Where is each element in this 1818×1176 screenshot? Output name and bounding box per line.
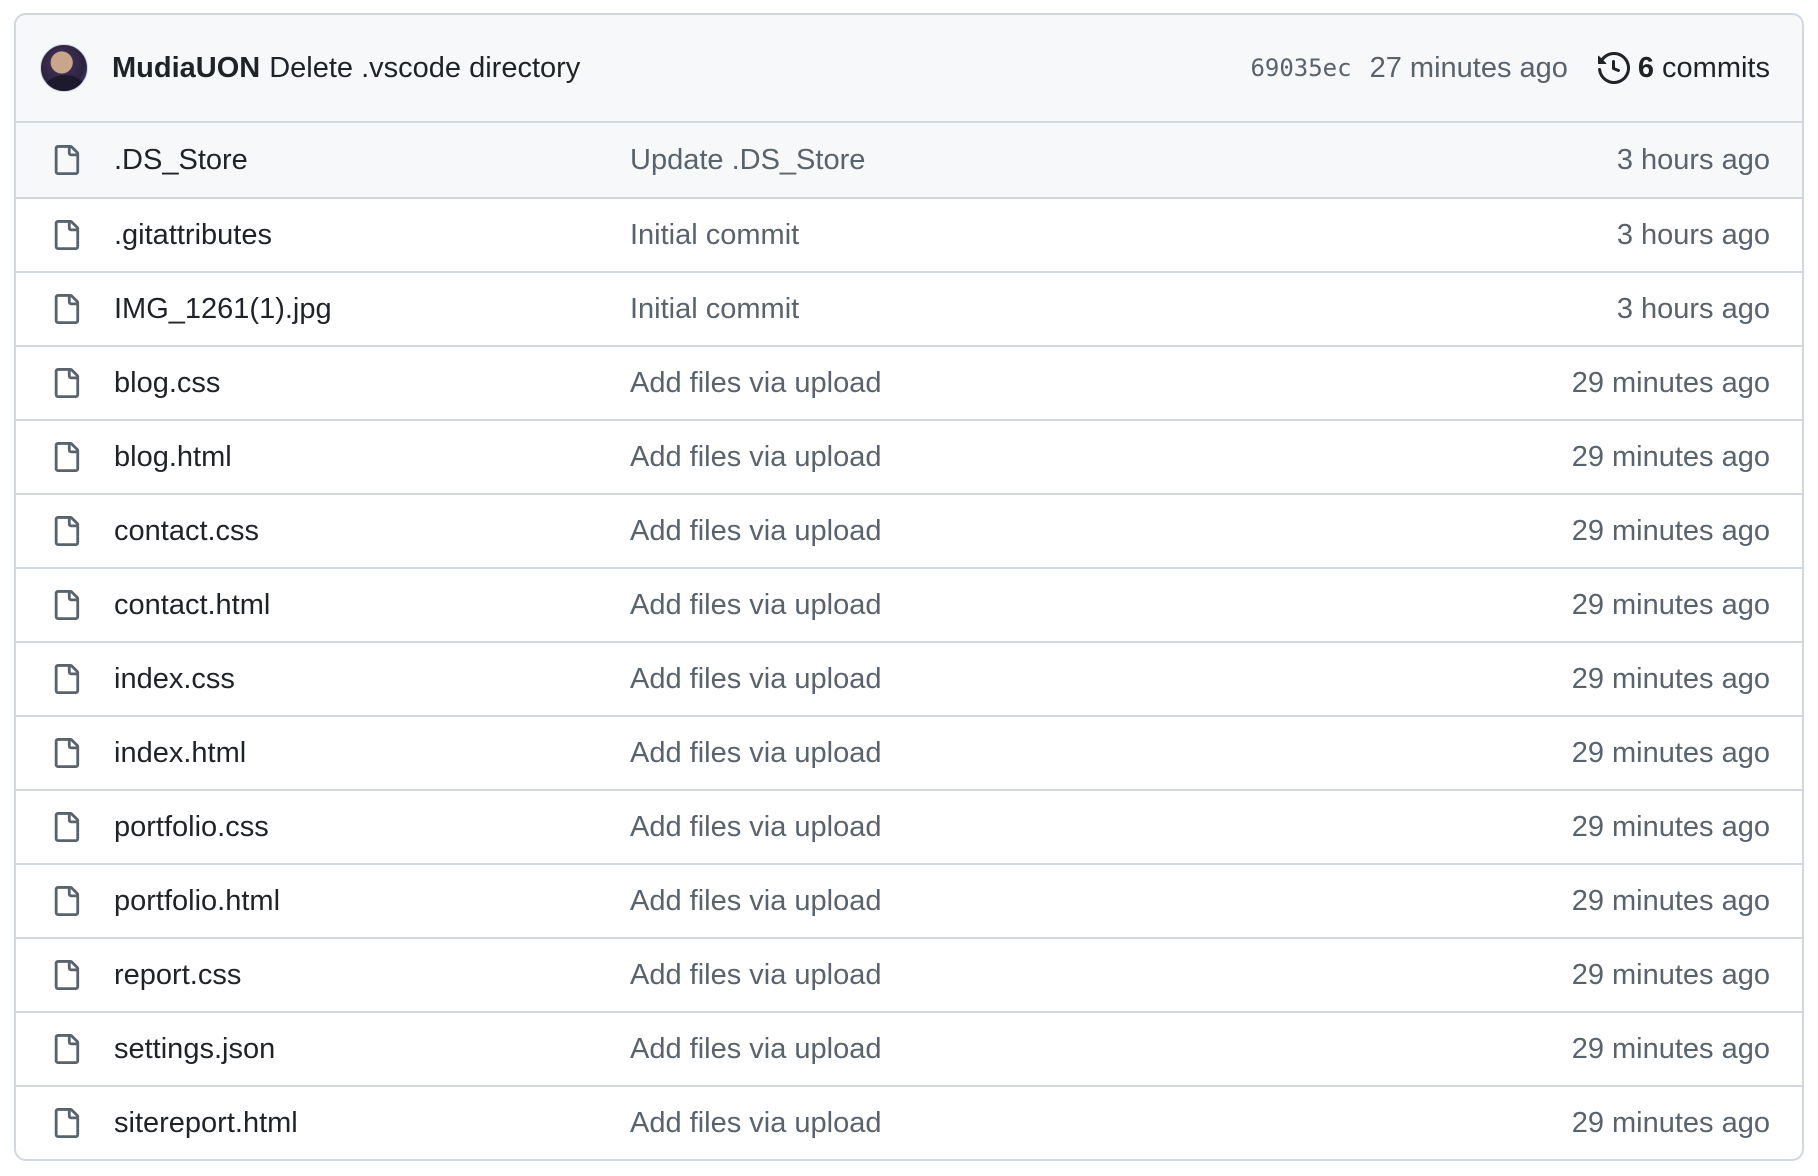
file-name-link[interactable]: index.css [114,663,630,696]
file-commit-age: 3 hours ago [1616,292,1770,325]
file-commit-age: 29 minutes ago [1571,588,1770,621]
file-icon [50,293,82,325]
file-commit-age: 29 minutes ago [1571,514,1770,547]
file-commit-message-link[interactable]: Add files via upload [630,885,882,918]
commit-author[interactable]: MudiaUON [112,52,260,85]
latest-commit-bar: MudiaUON Delete .vscode directory 69035e… [16,15,1802,123]
file-name-link[interactable]: blog.html [114,441,630,474]
file-icon [50,219,82,251]
file-commit-message-link[interactable]: Add files via upload [630,589,882,622]
commit-sha[interactable]: 69035ec [1250,54,1351,82]
file-commit-age: 29 minutes ago [1571,440,1770,473]
file-commit-message-link[interactable]: Update .DS_Store [630,144,865,177]
file-list: .DS_Store Update .DS_Store 3 hours ago .… [16,123,1802,1159]
file-name-link[interactable]: .gitattributes [114,219,630,252]
file-row[interactable]: contact.css Add files via upload 29 minu… [16,493,1802,567]
commit-count-label: commits [1662,51,1770,84]
file-commit-message-link[interactable]: Initial commit [630,293,799,326]
file-commit-age: 29 minutes ago [1571,662,1770,695]
file-name-link[interactable]: blog.css [114,367,630,400]
file-row[interactable]: portfolio.html Add files via upload 29 m… [16,863,1802,937]
avatar[interactable] [40,44,88,92]
file-commit-message-link[interactable]: Add files via upload [630,441,882,474]
file-icon [50,589,82,621]
file-icon [50,885,82,917]
file-commit-age: 29 minutes ago [1571,810,1770,843]
file-row[interactable]: settings.json Add files via upload 29 mi… [16,1011,1802,1085]
file-commit-age: 29 minutes ago [1571,1106,1770,1139]
file-row[interactable]: portfolio.css Add files via upload 29 mi… [16,789,1802,863]
file-commit-age: 3 hours ago [1616,218,1770,251]
file-row[interactable]: .gitattributes Initial commit 3 hours ag… [16,197,1802,271]
file-commit-age: 29 minutes ago [1571,1032,1770,1065]
file-icon [50,367,82,399]
file-name-link[interactable]: settings.json [114,1033,630,1066]
file-icon [50,663,82,695]
file-icon [50,737,82,769]
history-icon [1597,52,1630,84]
file-row[interactable]: sitereport.html Add files via upload 29 … [16,1085,1802,1159]
file-commit-message-link[interactable]: Add files via upload [630,367,882,400]
file-row[interactable]: index.html Add files via upload 29 minut… [16,715,1802,789]
file-commit-message-link[interactable]: Add files via upload [630,1033,882,1066]
file-commit-message-link[interactable]: Add files via upload [630,737,882,770]
file-icon [50,959,82,991]
file-icon [50,441,82,473]
file-browser: MudiaUON Delete .vscode directory 69035e… [14,13,1804,1161]
file-name-link[interactable]: portfolio.html [114,885,630,918]
file-name-link[interactable]: index.html [114,737,630,770]
file-commit-message-link[interactable]: Add files via upload [630,515,882,548]
file-commit-message-link[interactable]: Add files via upload [630,1107,882,1140]
file-icon [50,515,82,547]
file-row[interactable]: .DS_Store Update .DS_Store 3 hours ago [16,123,1802,197]
file-icon [50,811,82,843]
file-commit-age: 29 minutes ago [1571,958,1770,991]
file-name-link[interactable]: IMG_1261(1).jpg [114,293,630,326]
file-row[interactable]: index.css Add files via upload 29 minute… [16,641,1802,715]
file-row[interactable]: blog.css Add files via upload 29 minutes… [16,345,1802,419]
file-name-link[interactable]: report.css [114,959,630,992]
file-row[interactable]: IMG_1261(1).jpg Initial commit 3 hours a… [16,271,1802,345]
commit-count: 6 [1637,51,1655,84]
file-icon [50,1107,82,1139]
file-commit-age: 3 hours ago [1616,143,1770,176]
file-commit-message-link[interactable]: Add files via upload [630,959,882,992]
file-name-link[interactable]: sitereport.html [114,1107,630,1140]
file-commit-message-link[interactable]: Initial commit [630,219,799,252]
file-name-link[interactable]: contact.css [114,515,630,548]
file-row[interactable]: report.css Add files via upload 29 minut… [16,937,1802,1011]
file-icon [50,1033,82,1065]
file-commit-age: 29 minutes ago [1571,366,1770,399]
file-row[interactable]: contact.html Add files via upload 29 min… [16,567,1802,641]
file-commit-age: 29 minutes ago [1571,884,1770,917]
commit-time: 27 minutes ago [1369,51,1568,84]
commit-history-link[interactable]: 6 commits [1597,51,1770,85]
file-icon [50,144,82,176]
file-commit-age: 29 minutes ago [1571,736,1770,769]
file-name-link[interactable]: contact.html [114,589,630,622]
file-commit-message-link[interactable]: Add files via upload [630,663,882,696]
file-name-link[interactable]: .DS_Store [114,144,630,177]
file-row[interactable]: blog.html Add files via upload 29 minute… [16,419,1802,493]
file-commit-message-link[interactable]: Add files via upload [630,811,882,844]
file-name-link[interactable]: portfolio.css [114,811,630,844]
commit-message[interactable]: Delete .vscode directory [269,52,580,85]
